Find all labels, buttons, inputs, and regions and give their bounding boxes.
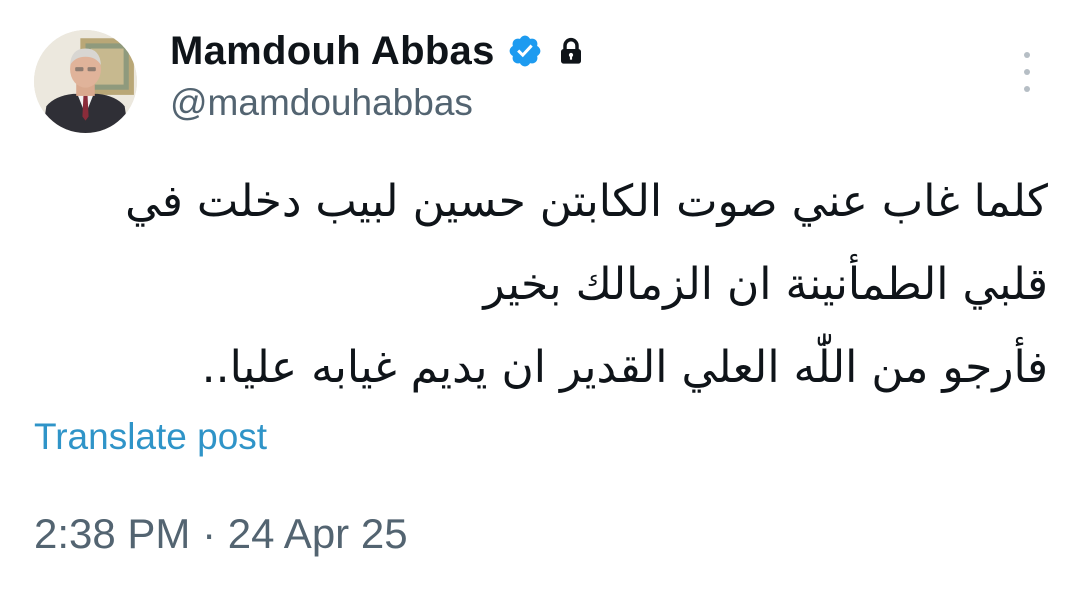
more-options-button[interactable]	[1012, 52, 1042, 92]
profile-photo-icon	[34, 30, 137, 133]
author-handle[interactable]: @mamdouhabbas	[170, 82, 473, 124]
avatar[interactable]	[34, 30, 137, 133]
more-vertical-icon	[1024, 69, 1030, 75]
lock-icon	[555, 35, 587, 67]
author-display-name[interactable]: Mamdouh Abbas	[170, 29, 495, 74]
post-timestamp[interactable]: 2:38 PM · 24 Apr 25	[34, 510, 408, 558]
post-text: كلما غاب عني صوت الكابتن حسين لبيب دخلت …	[60, 160, 1048, 409]
post-card: Mamdouh Abbas @mamdouhabbas كلما غاب عني…	[0, 0, 1080, 593]
verified-badge-icon[interactable]	[507, 33, 543, 69]
more-vertical-icon	[1024, 52, 1030, 58]
post-text-line: فأرجو من اللّٰه العلي القدير ان يديم غيا…	[201, 342, 1048, 393]
more-vertical-icon	[1024, 86, 1030, 92]
translate-post-link[interactable]: Translate post	[34, 416, 267, 458]
post-text-line: كلما غاب عني صوت الكابتن حسين لبيب دخلت …	[125, 176, 1048, 227]
author-name-row: Mamdouh Abbas	[170, 26, 587, 76]
post-text-line: قلبي الطمأنينة ان الزمالك بخير	[483, 259, 1048, 310]
